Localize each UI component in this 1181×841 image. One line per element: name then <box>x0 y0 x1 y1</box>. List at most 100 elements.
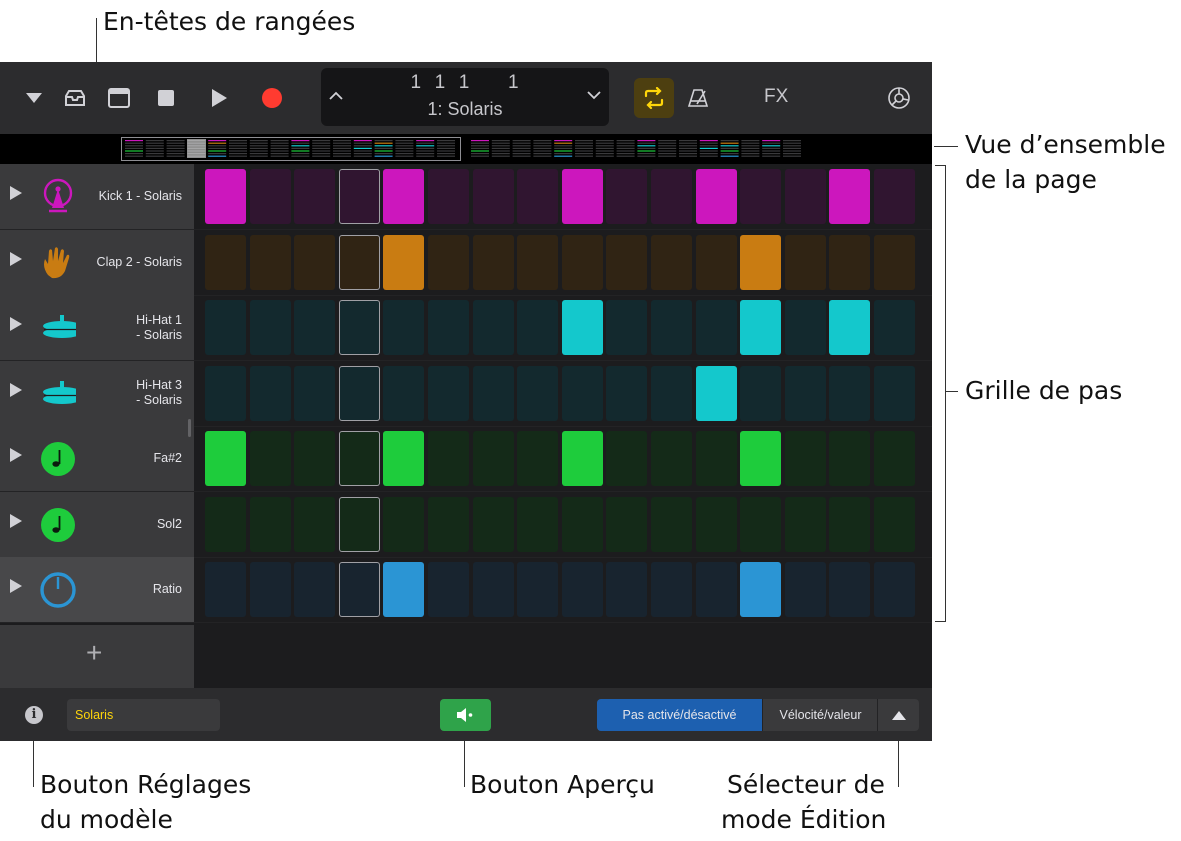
mode-menu-button[interactable] <box>877 699 919 731</box>
step-off[interactable] <box>606 496 648 552</box>
step-off[interactable] <box>205 562 246 617</box>
step-off[interactable] <box>249 300 291 355</box>
pattern-name-field[interactable]: Solaris <box>67 699 220 731</box>
step-off[interactable] <box>294 300 336 355</box>
step-off[interactable] <box>740 365 782 421</box>
step-off[interactable] <box>874 300 915 355</box>
mode-step-on-off[interactable]: Pas activé/désactivé <box>597 699 762 731</box>
preview-button[interactable] <box>440 699 491 731</box>
step-off[interactable] <box>249 431 291 486</box>
step-off[interactable] <box>606 365 648 421</box>
step-off[interactable] <box>784 234 826 290</box>
step-off[interactable] <box>517 562 559 617</box>
page-overview[interactable] <box>0 134 932 164</box>
step-on[interactable] <box>740 431 782 486</box>
step-off[interactable] <box>249 562 291 617</box>
step-off[interactable] <box>294 562 336 617</box>
step-off[interactable] <box>428 431 469 486</box>
step-off[interactable] <box>874 365 915 421</box>
step-off[interactable] <box>338 300 380 355</box>
step-off[interactable] <box>651 300 692 355</box>
row-expand-triangle-icon[interactable] <box>10 186 22 200</box>
step-off[interactable] <box>740 169 782 224</box>
step-off[interactable] <box>874 431 915 486</box>
row-expand-triangle-icon[interactable] <box>10 251 22 266</box>
step-off[interactable] <box>561 365 603 421</box>
step-off[interactable] <box>829 562 871 617</box>
step-off[interactable] <box>784 431 826 486</box>
browser-icon[interactable] <box>59 82 91 114</box>
step-on[interactable] <box>740 562 782 617</box>
step-off[interactable] <box>249 496 291 552</box>
step-off[interactable] <box>740 496 782 552</box>
step-off[interactable] <box>338 169 380 224</box>
step-on[interactable] <box>695 169 737 224</box>
step-off[interactable] <box>651 562 692 617</box>
step-off[interactable] <box>874 234 915 290</box>
step-off[interactable] <box>874 496 915 552</box>
step-off[interactable] <box>517 234 559 290</box>
step-off[interactable] <box>294 365 336 421</box>
step-off[interactable] <box>651 365 692 421</box>
step-off[interactable] <box>874 169 915 224</box>
step-off[interactable] <box>472 365 514 421</box>
step-off[interactable] <box>383 496 425 552</box>
step-on[interactable] <box>383 562 425 617</box>
step-off[interactable] <box>651 496 692 552</box>
tracks-view-icon[interactable] <box>103 82 135 114</box>
step-off[interactable] <box>651 169 692 224</box>
step-off[interactable] <box>205 300 246 355</box>
step-on[interactable] <box>695 365 737 421</box>
step-off[interactable] <box>428 300 469 355</box>
row-expand-triangle-icon[interactable] <box>10 317 22 331</box>
step-off[interactable] <box>695 431 737 486</box>
step-off[interactable] <box>695 562 737 617</box>
step-off[interactable] <box>606 234 648 290</box>
step-off[interactable] <box>338 365 380 421</box>
stop-icon[interactable] <box>150 82 182 114</box>
step-off[interactable] <box>784 496 826 552</box>
step-off[interactable] <box>383 365 425 421</box>
step-off[interactable] <box>829 496 871 552</box>
step-off[interactable] <box>606 300 648 355</box>
step-on[interactable] <box>829 300 871 355</box>
step-off[interactable] <box>205 234 246 290</box>
step-off[interactable] <box>472 431 514 486</box>
view-menu-icon[interactable] <box>18 82 50 114</box>
step-off[interactable] <box>205 496 246 552</box>
step-off[interactable] <box>249 169 291 224</box>
step-off[interactable] <box>695 300 737 355</box>
step-on[interactable] <box>561 169 603 224</box>
step-off[interactable] <box>784 169 826 224</box>
step-off[interactable] <box>651 234 692 290</box>
step-on[interactable] <box>740 300 782 355</box>
step-off[interactable] <box>338 562 380 617</box>
step-off[interactable] <box>428 496 469 552</box>
step-off[interactable] <box>517 365 559 421</box>
step-off[interactable] <box>561 234 603 290</box>
step-off[interactable] <box>294 234 336 290</box>
step-off[interactable] <box>695 496 737 552</box>
step-off[interactable] <box>249 365 291 421</box>
pattern-settings-button[interactable]: i <box>25 706 43 724</box>
step-off[interactable] <box>784 365 826 421</box>
step-off[interactable] <box>472 234 514 290</box>
step-on[interactable] <box>383 431 425 486</box>
row-expand-triangle-icon[interactable] <box>10 513 22 528</box>
row-header[interactable]: Clap 2 - Solaris <box>0 229 194 295</box>
mode-velocity-value[interactable]: Vélocité/valeur <box>762 699 878 731</box>
step-off[interactable] <box>205 365 246 421</box>
step-off[interactable] <box>383 300 425 355</box>
step-off[interactable] <box>829 365 871 421</box>
step-off[interactable] <box>829 431 871 486</box>
step-off[interactable] <box>695 234 737 290</box>
step-off[interactable] <box>829 234 871 290</box>
settings-icon[interactable] <box>883 82 915 114</box>
fx-button[interactable]: FX <box>764 86 788 108</box>
step-on[interactable] <box>740 234 782 290</box>
row-header[interactable]: Sol2 <box>0 491 194 557</box>
step-on[interactable] <box>205 169 246 224</box>
step-on[interactable] <box>383 234 425 290</box>
step-off[interactable] <box>606 169 648 224</box>
step-off[interactable] <box>472 300 514 355</box>
